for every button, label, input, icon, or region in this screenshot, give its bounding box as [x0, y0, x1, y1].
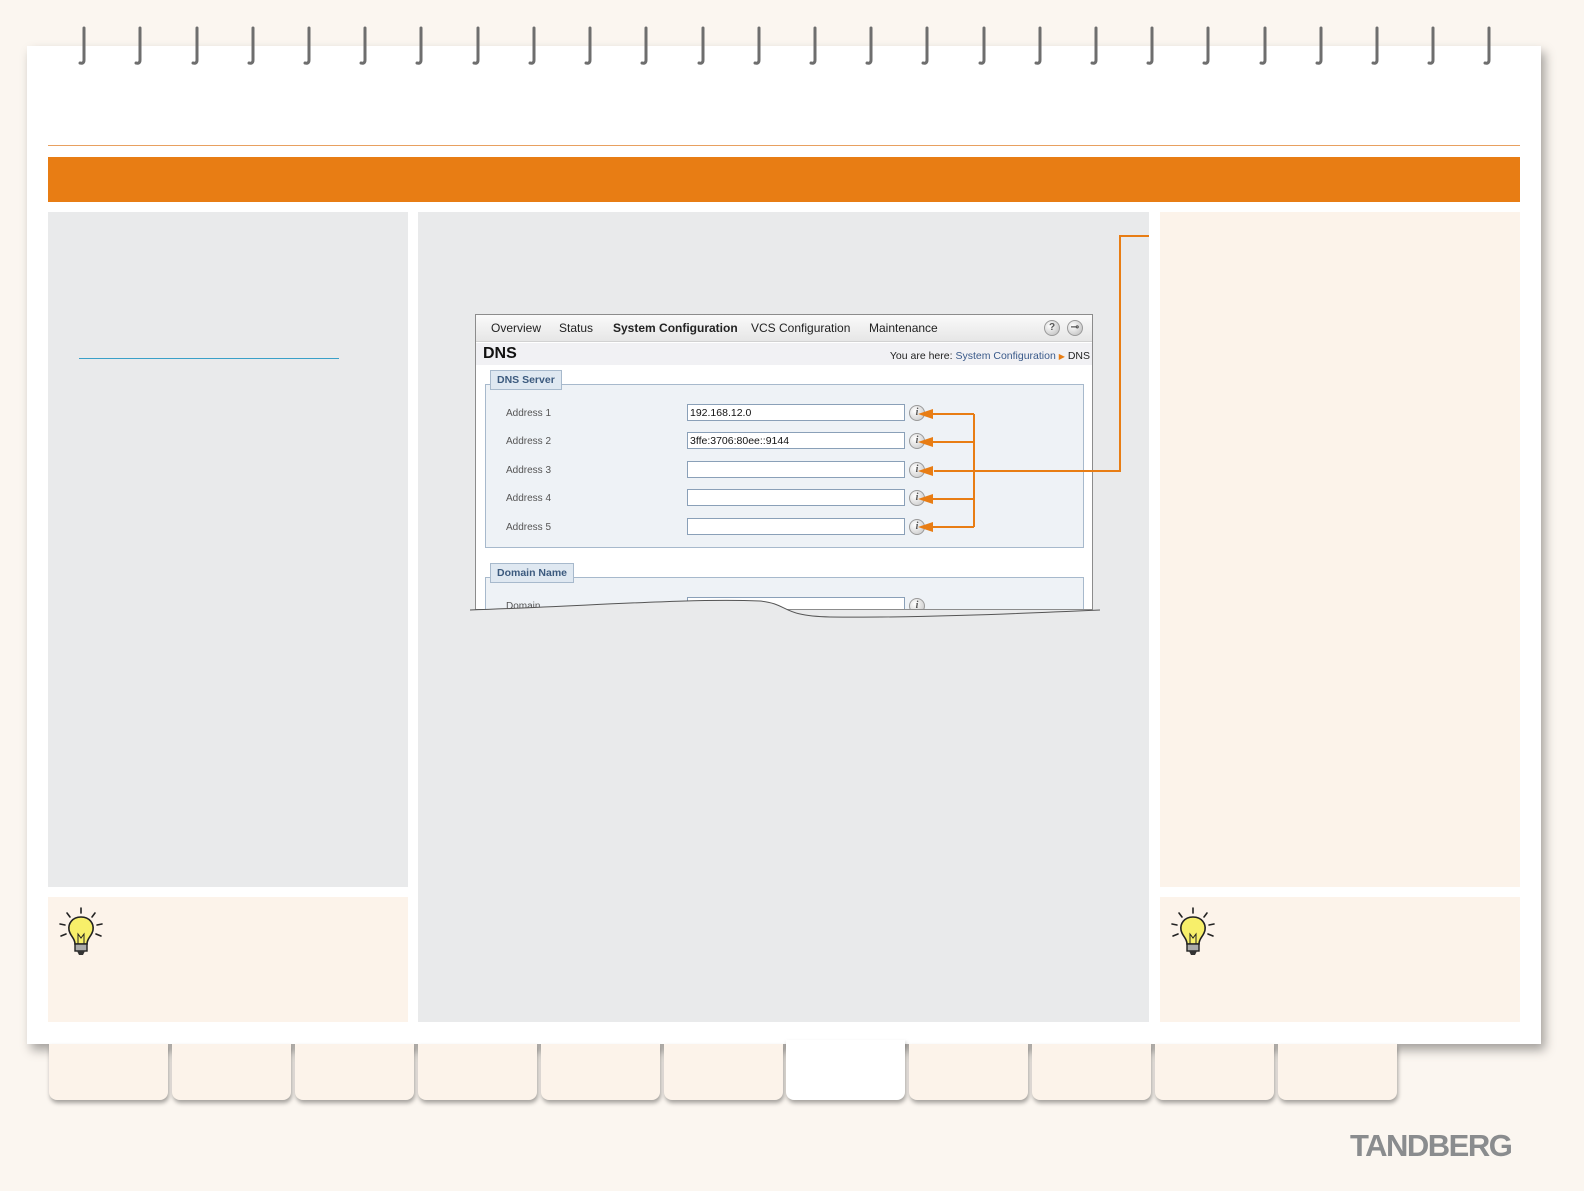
header-rule: [48, 145, 1520, 146]
address-3-label: Address 3: [506, 465, 552, 476]
section-title-bar: [48, 157, 1520, 202]
info-icon[interactable]: i: [909, 490, 925, 506]
section-tab-10[interactable]: [1155, 1044, 1274, 1100]
info-icon[interactable]: i: [909, 405, 925, 421]
logout-key-icon[interactable]: ⊸: [1067, 320, 1083, 336]
breadcrumb-prefix: You are here:: [889, 350, 953, 362]
nav-overview[interactable]: Overview: [491, 321, 541, 335]
info-icon[interactable]: i: [909, 462, 925, 478]
domain-field[interactable]: [687, 597, 905, 609]
section-tab-4[interactable]: [418, 1044, 537, 1100]
domain-name-section: Domain i: [485, 577, 1084, 610]
page-title: DNS: [483, 345, 517, 362]
nav-status[interactable]: Status: [559, 321, 593, 335]
section-tab-6[interactable]: [664, 1044, 783, 1100]
breadcrumb-current: DNS: [1067, 350, 1090, 362]
info-icon[interactable]: i: [909, 433, 925, 449]
address-4-field[interactable]: [687, 489, 905, 506]
address-5-label: Address 5: [506, 522, 552, 533]
section-tab-2[interactable]: [172, 1044, 291, 1100]
address-4-label: Address 4: [506, 493, 552, 504]
left-panel: [48, 212, 408, 887]
dns-server-legend: DNS Server: [490, 370, 562, 390]
nav-system-configuration[interactable]: System Configuration: [613, 321, 738, 335]
section-tab-11[interactable]: [1278, 1044, 1397, 1100]
tip-box-right: [1160, 897, 1520, 1022]
address-5-field[interactable]: [687, 518, 905, 535]
brand-logo: TANDBERG: [1350, 1128, 1513, 1163]
right-panel: [1160, 212, 1520, 887]
breadcrumb-arrow-icon: ▶: [1058, 352, 1065, 361]
title-bar: DNS You are here: System Configuration ▶…: [476, 343, 1092, 365]
section-tab-1[interactable]: [49, 1044, 168, 1100]
section-tab-8[interactable]: [909, 1044, 1028, 1100]
tip-box-left: [48, 897, 408, 1022]
top-nav: Overview Status System Configuration VCS…: [476, 315, 1092, 342]
dns-server-section: Address 1 i Address 2 i Address 3 i Addr…: [485, 384, 1084, 548]
lightbulb-icon: [59, 907, 103, 955]
address-2-field[interactable]: [687, 432, 905, 449]
left-panel-link-underline[interactable]: [79, 358, 339, 359]
section-tab-5[interactable]: [541, 1044, 660, 1100]
section-tab-active[interactable]: [786, 1040, 905, 1100]
nav-maintenance[interactable]: Maintenance: [869, 321, 938, 335]
app-window: Overview Status System Configuration VCS…: [475, 314, 1093, 610]
section-tab-3[interactable]: [295, 1044, 414, 1100]
breadcrumb-parent-link[interactable]: System Configuration: [955, 350, 1055, 362]
address-2-label: Address 2: [506, 436, 552, 447]
info-icon[interactable]: i: [909, 519, 925, 535]
nav-vcs-configuration[interactable]: VCS Configuration: [751, 321, 850, 335]
address-3-field[interactable]: [687, 461, 905, 478]
address-1-field[interactable]: [687, 404, 905, 421]
info-icon[interactable]: i: [909, 598, 925, 609]
breadcrumb: You are here: System Configuration ▶ DNS: [890, 350, 1090, 362]
section-tab-9[interactable]: [1032, 1044, 1151, 1100]
lightbulb-icon: [1171, 907, 1215, 955]
help-icon[interactable]: ?: [1044, 320, 1060, 336]
domain-name-legend: Domain Name: [490, 563, 575, 583]
address-1-label: Address 1: [506, 408, 552, 419]
domain-label: Domain: [506, 601, 541, 610]
